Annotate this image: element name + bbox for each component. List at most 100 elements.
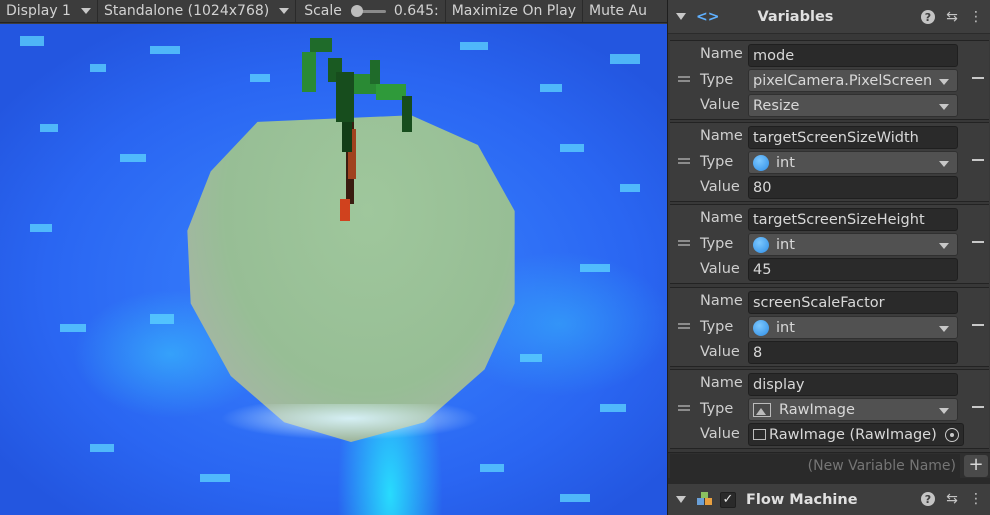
game-view: Display 1 Standalone (1024x768) Scale 0.… [0,0,667,515]
variable-type-value: int [776,236,795,253]
scale-label: Scale [304,3,342,19]
variable-name-field[interactable]: targetScreenSizeHeight [748,208,958,231]
variable-type-dropdown[interactable]: RawImage [748,398,958,421]
remove-variable-button[interactable] [972,406,984,408]
variable-value-field[interactable]: 45 [748,258,958,281]
remove-variable-button[interactable] [972,159,984,161]
chevron-down-icon [939,243,949,249]
type-label: Type [700,72,734,88]
variable-type-dropdown[interactable]: int [748,316,958,339]
help-button[interactable]: ? [919,8,937,26]
chevron-down-icon [939,408,949,414]
water-sparkle [60,324,86,332]
chevron-down-icon [939,104,949,110]
chevron-down-icon [939,79,949,85]
new-variable-name-input[interactable] [670,454,960,478]
game-toolbar: Display 1 Standalone (1024x768) Scale 0.… [0,0,667,23]
variable-name-value: screenScaleFactor [753,294,885,311]
variable-name-field[interactable]: targetScreenSizeWidth [748,126,958,149]
water-sparkle [30,224,52,232]
island-shoreline [220,404,480,440]
variable-type-value: pixelCamera.PixelScreen [753,72,933,89]
variable-type-value: int [776,319,795,336]
variable-name-value: mode [753,47,795,64]
image-icon [753,402,771,417]
name-label: Name [700,128,743,144]
mute-audio-toggle[interactable]: Mute Au [583,0,653,22]
palm-tree [302,38,412,221]
variable-name-value: display [753,376,805,393]
kebab-menu-icon[interactable]: ⋮ [967,8,985,26]
water-sparkle [560,144,584,152]
remove-variable-button[interactable] [972,241,984,243]
remove-variable-button[interactable] [972,77,984,79]
scale-control: Scale 0.645: [296,0,446,22]
drag-handle-icon[interactable] [678,158,690,164]
flow-machine-header[interactable]: ✓ Flow Machine ? ⇆ ⋮ [668,484,990,515]
variable-type-dropdown[interactable]: int [748,233,958,256]
variable-name-field[interactable]: display [748,373,958,396]
int-icon [753,319,769,336]
maximize-on-play-label: Maximize On Play [451,3,576,19]
scale-slider[interactable] [351,4,386,17]
foldout-arrow-icon[interactable] [676,13,686,20]
object-picker-icon[interactable] [945,428,959,442]
chevron-down-icon [939,161,949,167]
water-sparkle [600,404,626,412]
value-label: Value [700,344,740,360]
variable-value: Resize [753,97,800,114]
display-label: Display 1 [6,3,71,19]
drag-handle-icon[interactable] [678,240,690,246]
foldout-arrow-icon[interactable] [676,496,686,503]
variable-value-field[interactable]: 8 [748,341,958,364]
int-icon [753,154,769,171]
variable-value-dropdown[interactable]: Resize [748,94,958,117]
preset-settings-icon[interactable]: ⇆ [943,8,961,26]
drag-handle-icon[interactable] [678,405,690,411]
value-label: Value [700,426,740,442]
name-label: Name [700,293,743,309]
water-sparkle [610,54,640,64]
variable-value-field[interactable]: 80 [748,176,958,199]
help-button[interactable]: ? [919,490,937,508]
resolution-dropdown[interactable]: Standalone (1024x768) [98,0,297,22]
chevron-down-icon [279,8,290,14]
water-sparkle [620,184,640,192]
variable-type-dropdown[interactable]: int [748,151,958,174]
preset-settings-icon[interactable]: ⇆ [943,490,961,508]
variables-header[interactable]: <> Variables ? ⇆ ⋮ [668,0,990,34]
water-sparkle [520,354,542,362]
variable-name-field[interactable]: screenScaleFactor [748,291,958,314]
variable-entry: Name mode Type pixelCamera.PixelScreen V… [670,40,989,120]
variable-type-dropdown[interactable]: pixelCamera.PixelScreen [748,69,958,92]
scale-slider-handle[interactable] [351,4,363,17]
kebab-menu-icon[interactable]: ⋮ [967,490,985,508]
water-sparkle [90,444,114,452]
remove-variable-button[interactable] [972,324,984,326]
variable-entry: Name targetScreenSizeHeight Type int Val… [670,204,989,284]
drag-handle-icon[interactable] [678,323,690,329]
variable-type-value: RawImage [779,401,855,418]
code-icon: <> [696,8,720,25]
variable-entry: Name screenScaleFactor Type int Value 8 [670,287,989,367]
inspector-panel: <> Variables ? ⇆ ⋮ Name mode Type pixelC… [667,0,990,515]
variable-value: RawImage (RawImage) [769,426,937,443]
water-sparkle [90,64,106,72]
enabled-checkbox[interactable]: ✓ [720,491,736,508]
mute-audio-label: Mute Au [589,3,647,19]
display-dropdown[interactable]: Display 1 [0,0,98,22]
variable-object-field[interactable]: RawImage (RawImage) [748,423,964,446]
drag-handle-icon[interactable] [678,76,690,82]
maximize-on-play-toggle[interactable]: Maximize On Play [446,0,583,22]
name-label: Name [700,210,743,226]
image-icon [753,429,766,440]
variable-entry: Name targetScreenSizeWidth Type int Valu… [670,122,989,202]
game-viewport[interactable] [0,24,667,515]
type-label: Type [700,319,734,335]
type-label: Type [700,236,734,252]
value-label: Value [700,261,740,277]
variable-name-field[interactable]: mode [748,44,958,67]
water-sparkle [150,314,174,324]
variable-value: 45 [753,261,772,278]
add-variable-button[interactable]: + [964,455,988,477]
